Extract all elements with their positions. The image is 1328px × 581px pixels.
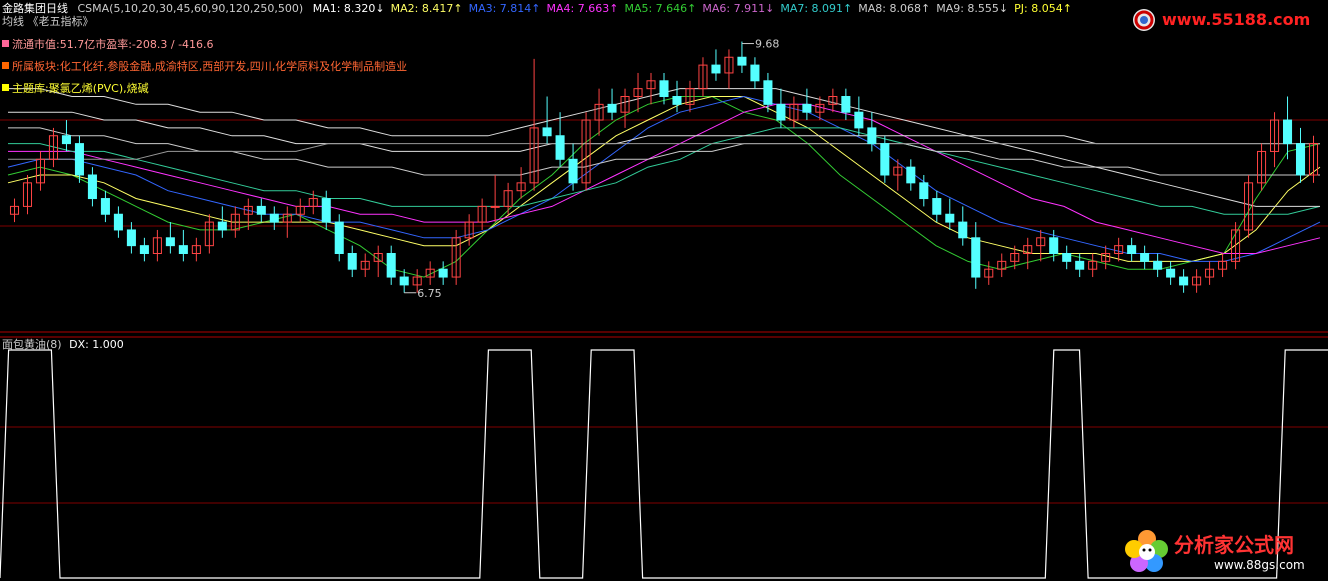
- ma-readouts: MA1: 8.320↓ MA2: 8.417↑ MA3: 7.814↑ MA4: 7.…: [313, 2, 1078, 15]
- candle-down: [113, 213, 123, 231]
- ma-readout: MA4: 7.663↑: [546, 2, 619, 15]
- indicator-name: 均线 《老五指标》: [2, 15, 94, 28]
- sector-text: 所属板块:化工化纤,参股金融,成渝特区,西部开发,四川,化学原料及化学制品制造业: [12, 60, 408, 73]
- ma-readout: MA2: 8.417↑: [390, 2, 463, 15]
- ma-readout: MA8: 8.068↑: [858, 2, 931, 15]
- candle-down: [854, 111, 864, 129]
- candle-down: [399, 276, 409, 286]
- candle-down: [555, 135, 565, 160]
- candle-down: [1153, 260, 1163, 270]
- ma-readout: MA6: 7.911↓: [702, 2, 775, 15]
- candle-down: [906, 166, 916, 184]
- square-icon: [2, 84, 9, 91]
- indicator-label: CSMA(5,10,20,30,45,60,90,120,250,500): [77, 2, 304, 15]
- candle-down: [763, 80, 773, 105]
- price-chart: 9.68 6.75: [0, 38, 1328, 579]
- theme-info: 主题库:聚氯乙烯(PVC),烧碱: [2, 82, 149, 95]
- candle-down: [711, 64, 721, 74]
- candle-down: [867, 127, 877, 145]
- candle-down: [737, 56, 747, 66]
- candle-down: [139, 245, 149, 254]
- low-label: 6.75: [417, 287, 442, 300]
- candle-down: [1049, 237, 1059, 255]
- candle-down: [61, 135, 71, 145]
- theme-text: 主题库:聚氯乙烯(PVC),烧碱: [12, 82, 149, 95]
- ma-line-ma8: [8, 88, 1320, 207]
- site-logo-top: www.55188.com: [1130, 6, 1320, 34]
- candle-down: [334, 221, 344, 255]
- candle-down: [1127, 245, 1137, 254]
- ma-line-ma1: [7, 96, 1321, 278]
- candle-down: [74, 143, 84, 176]
- candle-down: [542, 127, 552, 137]
- candle-down: [672, 96, 682, 105]
- candle-down: [1179, 276, 1189, 286]
- candle-down: [1140, 253, 1150, 262]
- ma-readout: MA3: 7.814↑: [468, 2, 541, 15]
- ma-line-ma7: [8, 111, 1320, 152]
- ma-line-ma2: [7, 96, 1321, 262]
- candle-down: [256, 205, 266, 215]
- candle-down: [126, 229, 136, 247]
- ma-line-ma4: [8, 103, 1321, 254]
- candle-down: [802, 103, 812, 113]
- flower-icon: [1125, 530, 1168, 572]
- candle-down: [776, 103, 786, 121]
- ma-readout: MA9: 8.555↓: [936, 2, 1009, 15]
- sector-info: 所属板块:化工化纤,参股金融,成渝特区,西部开发,四川,化学原料及化学制品制造业: [2, 60, 407, 73]
- sub-indicator-readout: DX: 1.000: [69, 338, 124, 351]
- candle-down: [1295, 143, 1306, 176]
- chart-header: 金路集团日线 CSMA(5,10,20,30,45,60,90,120,250,…: [2, 2, 1084, 15]
- candle-down: [386, 253, 396, 278]
- ma-readout: MA7: 8.091↑: [780, 2, 853, 15]
- candle-down: [1166, 268, 1176, 278]
- sub-indicator-name: 面包黄油(8): [2, 338, 62, 351]
- ma-readout: MA1: 8.320↓: [312, 2, 385, 15]
- sub-indicator-title: 面包黄油(8) DX: 1.000: [2, 338, 124, 351]
- candle-up: [490, 205, 500, 208]
- candle-down: [87, 174, 97, 200]
- high-label: 9.68: [755, 38, 780, 51]
- stock-title: 金路集团日线: [2, 2, 68, 15]
- candle-down: [568, 158, 578, 184]
- ma-readout: PJ: 8.054↑: [1014, 2, 1072, 15]
- candle-down: [945, 213, 955, 223]
- candle-down: [841, 96, 851, 113]
- candle-down: [438, 268, 448, 278]
- candle-down: [659, 80, 669, 98]
- ma-line-ma5: [8, 127, 1321, 215]
- candle-down: [1062, 253, 1072, 262]
- ma-readout: MA5: 7.646↑: [624, 2, 697, 15]
- candle-down: [347, 253, 357, 270]
- candle-down: [165, 237, 175, 247]
- candle-down: [1282, 119, 1293, 145]
- site-url-top: www.55188.com: [1162, 10, 1311, 29]
- candle-down: [269, 213, 279, 223]
- square-icon: [2, 40, 9, 47]
- candle-down: [1075, 260, 1085, 270]
- site-logo-bottom: 分析家公式网 www.88gs.com: [1122, 527, 1322, 577]
- square-icon: [2, 62, 9, 69]
- candle-down: [932, 198, 942, 215]
- candle-down: [971, 237, 981, 278]
- candle-down: [607, 103, 617, 113]
- candle-down: [750, 64, 760, 82]
- site-url-bottom: www.88gs.com: [1214, 558, 1305, 572]
- chart-stage: 9.68 6.75 金路集团日线 CSMA(5,10,20,30,45,60,90…: [0, 0, 1328, 581]
- candle-down: [100, 198, 110, 215]
- candle-down: [178, 245, 188, 254]
- market-cap-info: 流通市值:51.7亿市盈率:-208.3 / -416.6: [2, 38, 214, 51]
- candle-down: [880, 143, 890, 176]
- market-cap-text: 流通市值:51.7亿市盈率:-208.3 / -416.6: [12, 38, 214, 51]
- candle-down: [321, 198, 331, 223]
- ma-line-ma3: [7, 95, 1321, 262]
- candle-down: [958, 221, 968, 239]
- candle-down: [217, 221, 227, 231]
- site-name-bottom: 分析家公式网: [1174, 533, 1294, 557]
- candle-down: [919, 182, 929, 200]
